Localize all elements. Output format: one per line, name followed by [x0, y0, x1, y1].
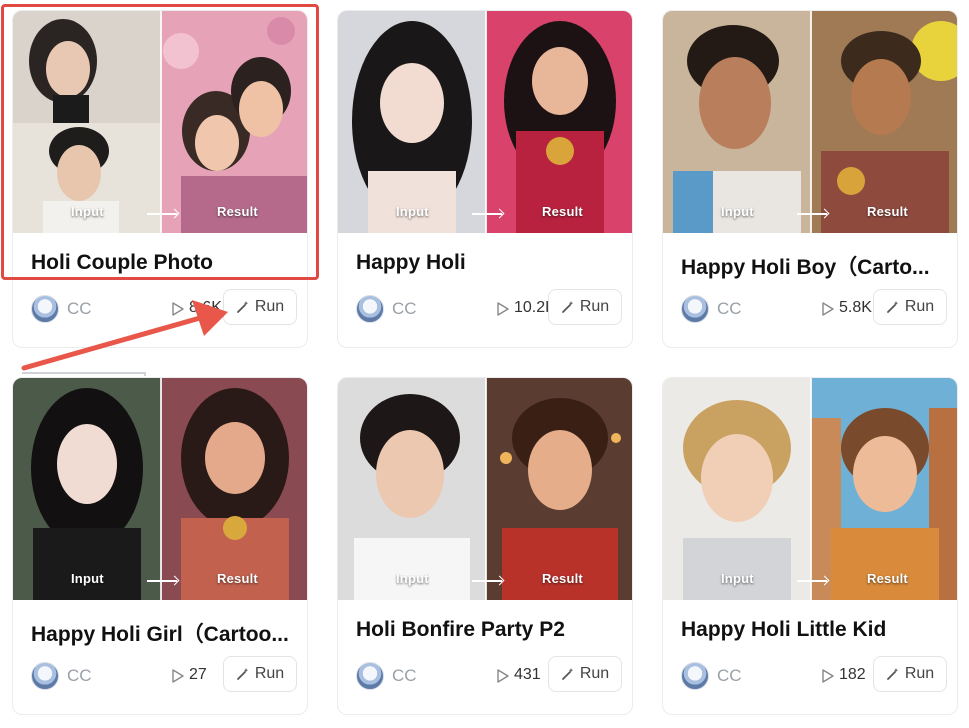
annotation-arrow [21, 300, 228, 371]
